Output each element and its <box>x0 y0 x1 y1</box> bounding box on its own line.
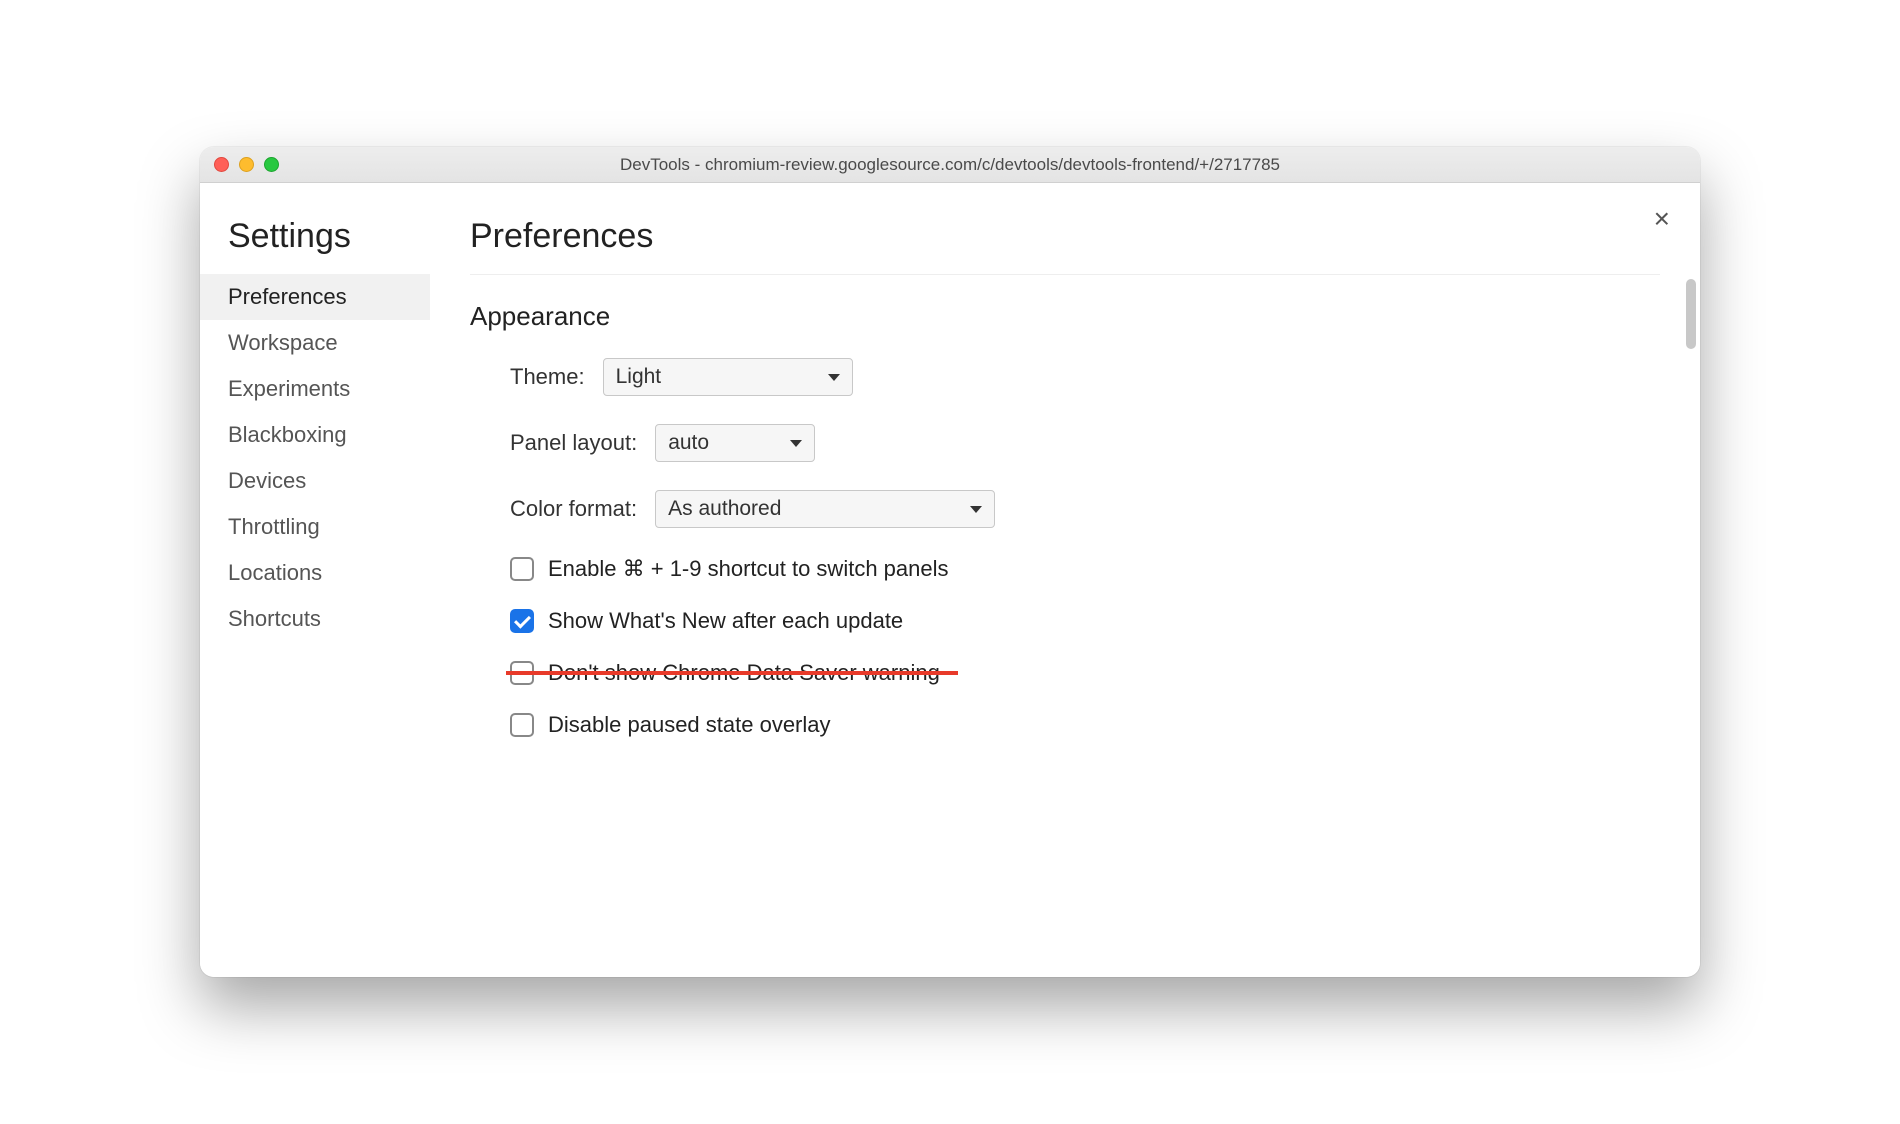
theme-row: Theme: Light <box>470 358 1660 396</box>
strikethrough-annotation <box>506 671 958 675</box>
chevron-down-icon <box>970 506 982 513</box>
panel-layout-row: Panel layout: auto <box>470 424 1660 462</box>
sidebar-item-throttling[interactable]: Throttling <box>200 504 430 550</box>
close-icon[interactable]: × <box>1654 205 1670 233</box>
titlebar: DevTools - chromium-review.googlesource.… <box>200 147 1700 183</box>
enable-shortcut-checkbox[interactable] <box>510 557 534 581</box>
paused-overlay-row[interactable]: Disable paused state overlay <box>470 712 1660 738</box>
whats-new-checkbox[interactable] <box>510 609 534 633</box>
sidebar-item-experiments[interactable]: Experiments <box>200 366 430 412</box>
sidebar-item-locations[interactable]: Locations <box>200 550 430 596</box>
sidebar-item-preferences[interactable]: Preferences <box>200 274 430 320</box>
close-window-button[interactable] <box>214 157 229 172</box>
theme-value: Light <box>616 365 662 389</box>
appearance-section: Appearance Theme: Light Panel layout: au… <box>470 301 1660 738</box>
color-format-row: Color format: As authored <box>470 490 1660 528</box>
divider <box>470 274 1660 275</box>
settings-sidebar: Settings Preferences Workspace Experimen… <box>200 183 430 977</box>
whats-new-row[interactable]: Show What's New after each update <box>470 608 1660 634</box>
enable-shortcut-row[interactable]: Enable ⌘ + 1-9 shortcut to switch panels <box>470 556 1660 582</box>
page-title: Preferences <box>470 217 1660 256</box>
whats-new-label: Show What's New after each update <box>548 608 903 634</box>
sidebar-heading: Settings <box>200 217 430 256</box>
maximize-window-button[interactable] <box>264 157 279 172</box>
theme-label: Theme: <box>510 364 585 390</box>
paused-overlay-label: Disable paused state overlay <box>548 712 831 738</box>
color-format-value: As authored <box>668 497 781 521</box>
preferences-panel: Preferences Appearance Theme: Light Pane… <box>430 183 1700 977</box>
minimize-window-button[interactable] <box>239 157 254 172</box>
data-saver-row[interactable]: Don't show Chrome Data Saver warning <box>470 660 1660 686</box>
color-format-label: Color format: <box>510 496 637 522</box>
chevron-down-icon <box>828 374 840 381</box>
devtools-window: DevTools - chromium-review.googlesource.… <box>200 147 1700 977</box>
chevron-down-icon <box>790 440 802 447</box>
traffic-lights <box>214 157 279 172</box>
settings-content: × Settings Preferences Workspace Experim… <box>200 183 1700 977</box>
enable-shortcut-label: Enable ⌘ + 1-9 shortcut to switch panels <box>548 556 949 582</box>
sidebar-item-workspace[interactable]: Workspace <box>200 320 430 366</box>
paused-overlay-checkbox[interactable] <box>510 713 534 737</box>
scrollbar-thumb[interactable] <box>1686 279 1696 349</box>
panel-layout-value: auto <box>668 431 709 455</box>
appearance-heading: Appearance <box>470 301 1660 332</box>
sidebar-item-devices[interactable]: Devices <box>200 458 430 504</box>
window-title: DevTools - chromium-review.googlesource.… <box>200 155 1700 175</box>
panel-layout-label: Panel layout: <box>510 430 637 456</box>
panel-layout-select[interactable]: auto <box>655 424 815 462</box>
color-format-select[interactable]: As authored <box>655 490 995 528</box>
theme-select[interactable]: Light <box>603 358 853 396</box>
data-saver-struck: Don't show Chrome Data Saver warning <box>510 660 940 686</box>
sidebar-item-shortcuts[interactable]: Shortcuts <box>200 596 430 642</box>
sidebar-item-blackboxing[interactable]: Blackboxing <box>200 412 430 458</box>
